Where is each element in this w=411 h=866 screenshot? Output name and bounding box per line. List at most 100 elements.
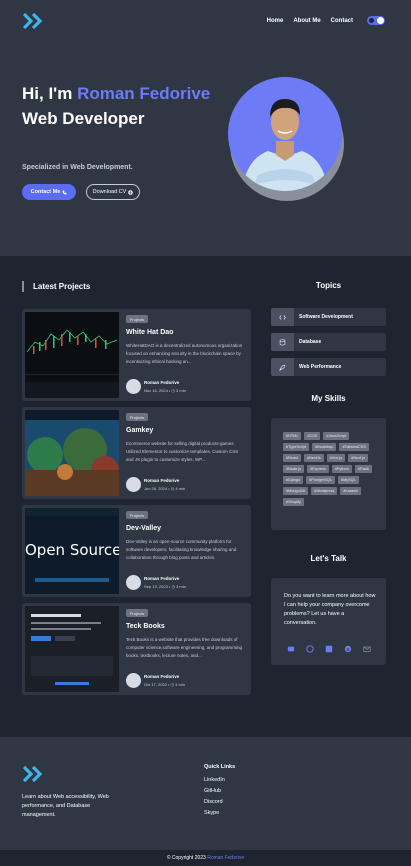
read-time: 3 min <box>175 682 185 687</box>
clock-icon: ◷ <box>171 388 175 393</box>
lets-talk-title: Let's Talk <box>310 554 347 563</box>
nav-home[interactable]: Home <box>267 18 284 24</box>
read-time: 4 min <box>175 486 186 491</box>
footer: Learn about Web accessibility, Web perfo… <box>0 737 411 850</box>
download-cv-button[interactable]: Download CV <box>86 184 140 200</box>
discord-icon[interactable] <box>287 640 295 652</box>
project-date: Oct 17, 2022 <box>144 682 167 687</box>
download-icon <box>128 189 134 195</box>
footer-link-linkedin[interactable]: LinkedIn <box>204 777 225 783</box>
skill-tag[interactable]: #React <box>283 454 302 462</box>
theme-toggle[interactable] <box>367 16 385 25</box>
contact-me-button[interactable]: Contact Me <box>22 184 76 200</box>
copyright: © Copyright 2023 Roman Fedorive <box>0 855 411 861</box>
project-tag[interactable]: Projects <box>126 315 148 323</box>
skill-tag[interactable]: #NextJs <box>304 454 324 462</box>
skill-tag[interactable]: #Django <box>283 476 304 484</box>
moon-icon <box>369 18 374 23</box>
footer-link-discord[interactable]: Discord <box>204 799 223 805</box>
trading-chart-image <box>25 312 119 398</box>
rocket-icon <box>271 358 294 376</box>
project-meta: Jun 26, 2024 • ◷ 4 min <box>144 486 186 491</box>
github-icon[interactable] <box>306 640 314 653</box>
project-meta: Nov 16, 2024 • ◷ 3 min <box>144 388 186 393</box>
hero-section: Home About Me Contact Hi, I'm Roman Fedo… <box>0 0 411 256</box>
thumb-topbar <box>25 508 119 516</box>
author-name: Roman Fedorive <box>144 674 180 679</box>
skill-tag[interactable]: #JavaScript <box>323 432 350 440</box>
project-title[interactable]: White Hat Dao <box>126 329 173 336</box>
project-tag[interactable]: Projects <box>126 609 148 617</box>
author-avatar <box>126 575 141 590</box>
skill-tag[interactable]: #Flask <box>354 465 372 473</box>
download-cv-label: Download CV <box>92 189 127 195</box>
topic-label: Web Performance <box>299 364 342 370</box>
email-icon[interactable] <box>363 640 371 652</box>
project-thumbnail[interactable] <box>25 410 119 496</box>
topic-label: Software Development <box>299 314 353 320</box>
logo-icon[interactable] <box>22 12 46 30</box>
project-title[interactable]: Teck Books <box>126 623 165 630</box>
social-icons: S <box>287 640 371 653</box>
footer-link-skype[interactable]: Skype <box>204 810 219 816</box>
profile-photo <box>228 75 344 205</box>
nav-about[interactable]: About Me <box>293 18 320 24</box>
skill-tag[interactable]: #MongoDB <box>283 487 308 495</box>
skill-tag[interactable]: #Python <box>331 465 352 473</box>
nav-contact[interactable]: Contact <box>331 18 353 24</box>
topic-web-performance[interactable]: Web Performance <box>271 358 386 376</box>
project-thumbnail[interactable] <box>25 606 119 692</box>
project-title[interactable]: Gamkey <box>126 427 153 434</box>
project-thumbnail[interactable] <box>25 312 119 398</box>
linkedin-icon[interactable] <box>325 640 333 653</box>
latest-projects-title: Latest Projects <box>33 282 91 291</box>
project-date: Sep 19, 2023 <box>144 584 168 589</box>
hero-subtitle: Specialized in Web Development. <box>22 164 133 171</box>
read-time: 3 min <box>176 388 186 393</box>
hero-name: Roman Fedorive <box>77 84 211 103</box>
project-thumbnail[interactable]: Open Source <box>25 508 119 594</box>
project-card[interactable]: Open Source Projects Dev-Valley Dev-Vall… <box>22 505 251 597</box>
skill-tag[interactable]: #PostgreSQL <box>306 476 335 484</box>
my-skills-title: My Skills <box>311 394 346 403</box>
quick-links-title: Quick Links <box>204 764 236 770</box>
footer-description: Learn about Web accessibility, Web perfo… <box>22 794 109 818</box>
skill-tag[interactable]: #Wordpress <box>311 487 338 495</box>
project-tag[interactable]: Projects <box>126 413 148 421</box>
skill-tag[interactable]: #TypeScript <box>283 443 310 451</box>
website-screenshot-image <box>25 606 119 692</box>
project-card[interactable]: Projects Gamkey Ecommerce website for se… <box>22 407 251 499</box>
project-title[interactable]: Dev-Valley <box>126 525 161 532</box>
clock-icon: ◷ <box>171 584 175 589</box>
topic-software-development[interactable]: Software Development <box>271 308 386 326</box>
thumbnail-heading: Open Source <box>25 541 119 559</box>
lets-talk-panel: Do you want to learn more about how I ca… <box>271 578 386 665</box>
copyright-name[interactable]: Roman Fedorive <box>207 855 244 861</box>
contact-me-label: Contact Me <box>30 189 61 195</box>
clock-icon: ◷ <box>170 486 175 491</box>
author-name: Roman Fedorive <box>144 576 180 581</box>
skill-tag[interactable]: #Nuxt.js <box>348 454 368 462</box>
footer-logo-icon[interactable] <box>22 765 46 783</box>
skill-tag[interactable]: #Vue.js <box>326 454 346 462</box>
project-description: Ecommerce website for selling digital pr… <box>126 441 239 462</box>
author-avatar <box>126 379 141 394</box>
skill-tag[interactable]: #CSS <box>304 432 321 440</box>
author-avatar <box>126 673 141 688</box>
skill-tag[interactable]: #HTML <box>283 432 302 440</box>
clock-icon: ◷ <box>170 682 175 687</box>
skill-tag[interactable]: #Express <box>307 465 329 473</box>
skill-tag[interactable]: #Bootstrap <box>312 443 337 451</box>
footer-link-github[interactable]: GitHub <box>204 788 221 794</box>
skill-tag[interactable]: #Node.js <box>283 465 304 473</box>
skill-tag[interactable]: #Laravel <box>340 487 361 495</box>
project-card[interactable]: Projects White Hat Dao WhiteHatDAO is a … <box>22 309 251 401</box>
author-avatar <box>126 477 141 492</box>
skill-tag[interactable]: #MySQL <box>337 476 359 484</box>
project-card[interactable]: Projects Teck Books Teck Books is a webs… <box>22 603 251 695</box>
skill-tag[interactable]: #TailwindCSS <box>339 443 369 451</box>
skill-tag[interactable]: #Shopify <box>283 498 304 506</box>
project-tag[interactable]: Projects <box>126 511 148 519</box>
topic-database[interactable]: Database <box>271 333 386 351</box>
skype-icon[interactable]: S <box>344 640 352 653</box>
